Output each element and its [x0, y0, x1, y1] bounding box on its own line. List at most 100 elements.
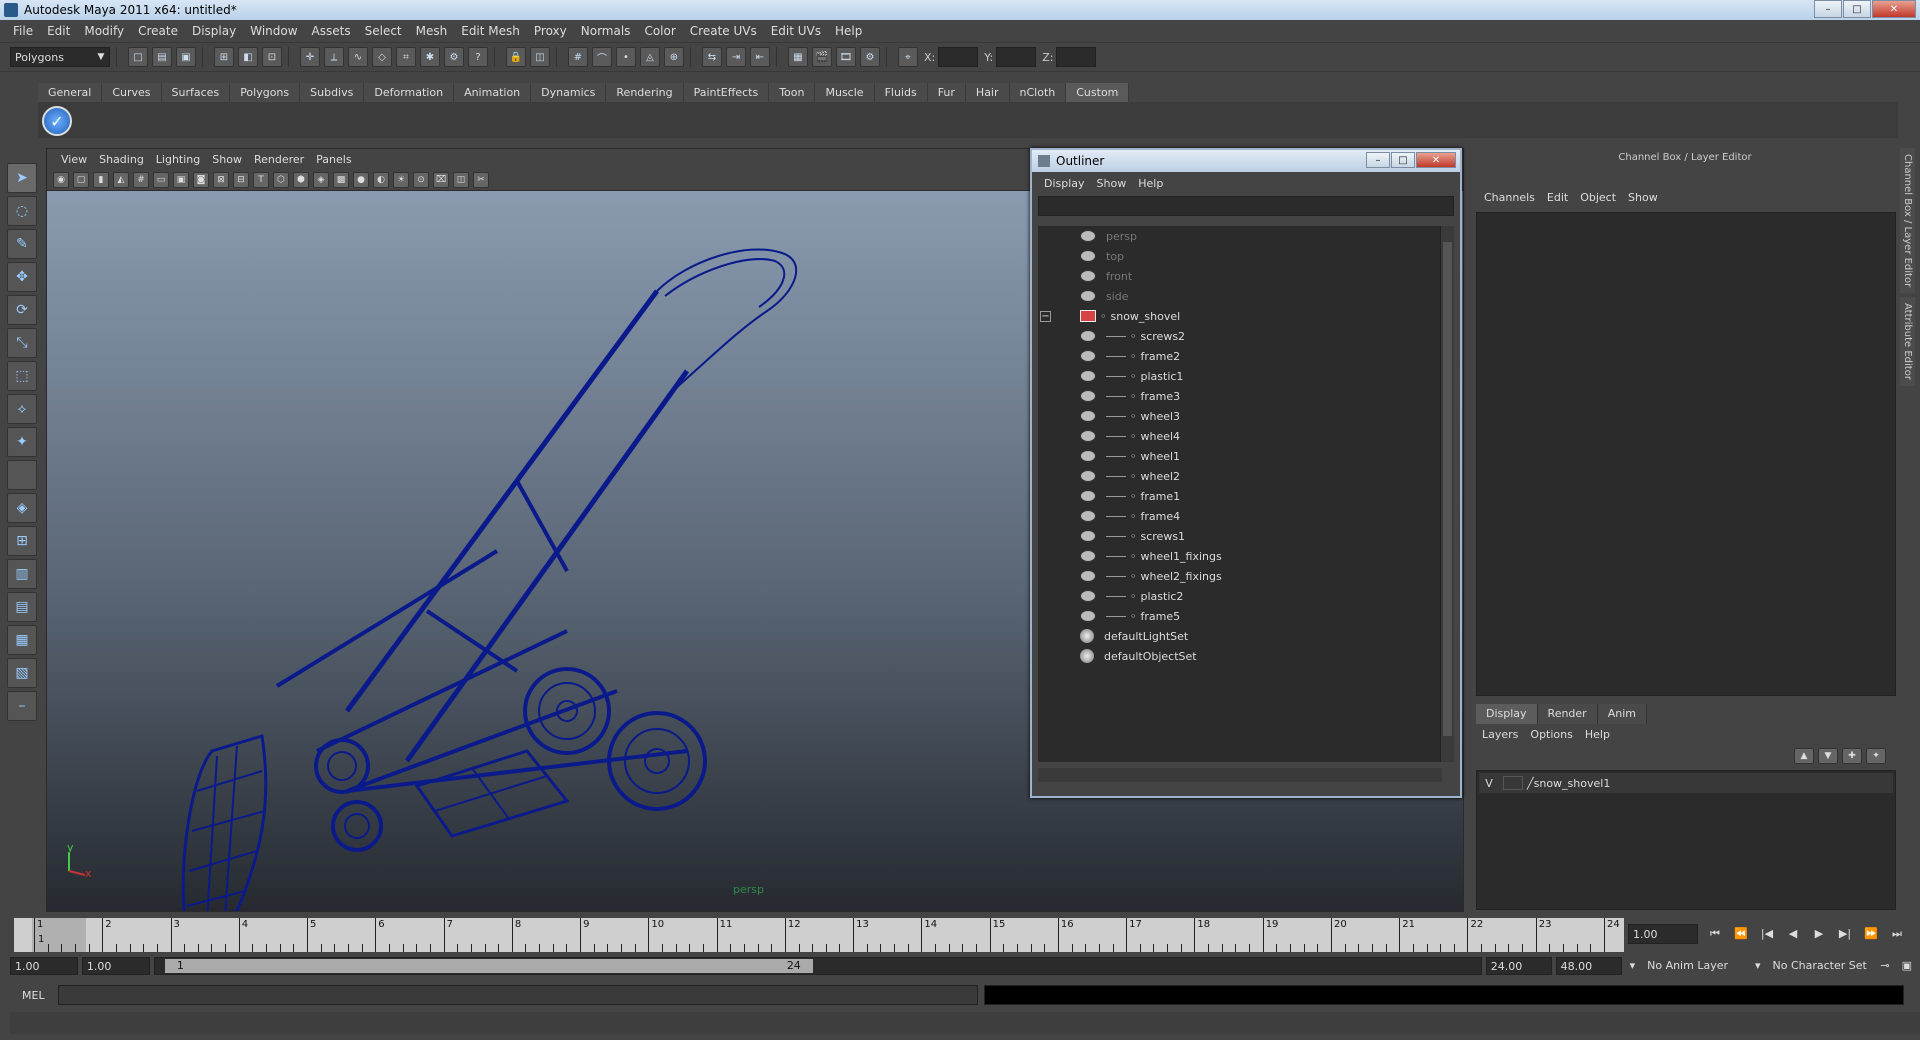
menu-edit-mesh[interactable]: Edit Mesh	[454, 24, 527, 38]
single-pane-layout-icon[interactable]: ◈	[7, 493, 37, 523]
move-layer-up-icon[interactable]: ▲	[1794, 748, 1814, 764]
shelf-tab-ncloth[interactable]: nCloth	[1009, 83, 1067, 102]
menu-edit-uvs[interactable]: Edit UVs	[764, 24, 828, 38]
animation-end-field[interactable]: 48.00	[1555, 957, 1622, 975]
playback-end-field[interactable]: 24.00	[1485, 957, 1552, 975]
select-misc-icon[interactable]: ?	[468, 47, 488, 67]
key-icon[interactable]: ⊸	[1876, 957, 1894, 975]
step-back-frame-icon[interactable]: |◀	[1754, 924, 1780, 944]
scrollbar-thumb[interactable]	[1443, 242, 1452, 736]
safe-title-icon[interactable]: T	[253, 171, 269, 188]
shelf-tab-surfaces[interactable]: Surfaces	[161, 83, 231, 102]
shelf-tab-rendering[interactable]: Rendering	[606, 83, 684, 102]
channel-menu-show[interactable]: Show	[1622, 191, 1664, 204]
character-set-dropdown[interactable]: No Character Set	[1768, 957, 1873, 975]
select-deformations-icon[interactable]: ⌗	[396, 47, 416, 67]
select-camera-icon[interactable]: ◉	[53, 171, 69, 188]
chevron-down-icon[interactable]: ▾	[1750, 957, 1765, 975]
bookmarks-icon[interactable]: ▮	[93, 171, 109, 188]
outliner-item-frame1[interactable]: ◦ frame1	[1038, 486, 1442, 506]
layer-menu-options[interactable]: Options	[1524, 728, 1578, 741]
outliner-item-snow-shovel[interactable]: − ◦ snow_shovel	[1038, 306, 1442, 326]
outliner-vertical-scrollbar[interactable]	[1440, 226, 1454, 762]
wireframe-on-shaded-icon[interactable]: ◈	[313, 171, 329, 188]
anim-layer-dropdown[interactable]: No Anim Layer	[1643, 957, 1747, 975]
x-input[interactable]	[938, 47, 979, 67]
shelf-tab-fur[interactable]: Fur	[927, 83, 966, 102]
outliner-filter-field[interactable]	[1038, 196, 1454, 216]
range-slider[interactable]: 1 24	[153, 957, 1482, 975]
snap-grid-icon[interactable]: #	[568, 47, 588, 67]
command-language-label[interactable]: MEL	[10, 989, 58, 1002]
menu-help[interactable]: Help	[828, 24, 869, 38]
menu-proxy[interactable]: Proxy	[527, 24, 574, 38]
outliner-item-wheel3[interactable]: ◦ wheel3	[1038, 406, 1442, 426]
move-layer-down-icon[interactable]: ▼	[1818, 748, 1838, 764]
manipulator-tool-icon[interactable]: ⬚	[7, 361, 37, 391]
outliner-close-button[interactable]: ✕	[1416, 152, 1456, 168]
shelf-tab-curves[interactable]: Curves	[102, 83, 162, 102]
resolution-gate-icon[interactable]: ▣	[173, 171, 189, 188]
shelf-tab-muscle[interactable]: Muscle	[815, 83, 875, 102]
outliner-item-frame4[interactable]: ◦ frame4	[1038, 506, 1442, 526]
play-backwards-icon[interactable]: ◀	[1780, 924, 1806, 944]
construction-history-icon[interactable]: ⇆	[702, 47, 722, 67]
minimize-button[interactable]: –	[1814, 0, 1842, 18]
outliner-item-wheel1[interactable]: ◦ wheel1	[1038, 446, 1442, 466]
camera-attributes-icon[interactable]: ▢	[73, 171, 89, 188]
layer-menu-help[interactable]: Help	[1579, 728, 1616, 741]
preferences-icon[interactable]: ▣	[1897, 957, 1916, 975]
gate-mask-icon[interactable]: ◙	[193, 171, 209, 188]
render-frame-icon[interactable]: 🎬	[812, 47, 832, 67]
close-button[interactable]: ✕	[1872, 0, 1916, 18]
snap-view-plane-icon[interactable]: ◬	[640, 47, 660, 67]
channel-menu-channels[interactable]: Channels	[1478, 191, 1541, 204]
outliner-item-frame3[interactable]: ◦ frame3	[1038, 386, 1442, 406]
input-ops-icon[interactable]: ⇥	[726, 47, 746, 67]
viewport-menu-show[interactable]: Show	[206, 153, 248, 166]
smooth-shading-icon[interactable]: ⬢	[293, 171, 309, 188]
lock-selection-icon[interactable]: 🔒	[506, 47, 526, 67]
shelf-tab-general[interactable]: General	[38, 83, 103, 102]
shadows-icon[interactable]: ◐	[373, 171, 389, 188]
outliner-item-default-light-set[interactable]: defaultLightSet	[1038, 626, 1442, 646]
layer-tab-display[interactable]: Display	[1476, 704, 1538, 724]
make-live-icon[interactable]: ⊕	[664, 47, 684, 67]
snap-curve-icon[interactable]: ⌒	[592, 47, 612, 67]
menu-display[interactable]: Display	[185, 24, 243, 38]
isolate-select-icon[interactable]: ⌧	[433, 171, 449, 188]
command-input[interactable]	[58, 985, 978, 1005]
menu-window[interactable]: Window	[243, 24, 304, 38]
time-slider[interactable]: 1 2 3 4 5 6 7 8 9 10 11 12 13 14 15 16 17 18 19 20 21 22 23 24 1	[14, 918, 1624, 952]
outliner-maximize-button[interactable]: □	[1391, 152, 1415, 168]
image-plane-icon[interactable]: ◭	[113, 171, 129, 188]
play-forwards-icon[interactable]: ▶	[1806, 924, 1832, 944]
outliner-menu-help[interactable]: Help	[1132, 177, 1169, 190]
xray-joints-icon[interactable]: ◫	[453, 171, 469, 188]
high-quality-icon[interactable]: ✂	[473, 171, 489, 188]
outliner-item-default-object-set[interactable]: defaultObjectSet	[1038, 646, 1442, 666]
highlight-selection-icon[interactable]: ◫	[530, 47, 550, 67]
shelf-tab-deformation[interactable]: Deformation	[364, 83, 455, 102]
textured-icon[interactable]: ▩	[333, 171, 349, 188]
layout-settings-icon[interactable]: –	[7, 691, 37, 721]
select-tool-icon[interactable]: ➤	[7, 163, 37, 193]
shelf-tab-hair[interactable]: Hair	[965, 83, 1010, 102]
show-manipulator-icon[interactable]: ✦	[7, 427, 37, 457]
shelf-tab-subdivs[interactable]: Subdivs	[300, 83, 365, 102]
snap-point-icon[interactable]: •	[616, 47, 636, 67]
persp-uv-layout-icon[interactable]: ▧	[7, 658, 37, 688]
new-layer-selected-icon[interactable]: ✦	[1866, 748, 1886, 764]
playback-start-field[interactable]: 1.00	[81, 957, 150, 975]
ipr-render-icon[interactable]: 🎞	[836, 47, 856, 67]
menu-modify[interactable]: Modify	[77, 24, 131, 38]
menu-color[interactable]: Color	[637, 24, 682, 38]
menu-mesh[interactable]: Mesh	[409, 24, 455, 38]
layer-tab-render[interactable]: Render	[1537, 704, 1598, 724]
select-component-icon[interactable]: ⊡	[262, 47, 282, 67]
side-tab-channel-box[interactable]: Channel Box / Layer Editor	[1900, 148, 1915, 294]
output-ops-icon[interactable]: ⇤	[750, 47, 770, 67]
xray-icon[interactable]: ⊙	[413, 171, 429, 188]
shelf-tab-custom[interactable]: Custom	[1066, 83, 1130, 102]
open-scene-icon[interactable]: ▤	[152, 47, 172, 67]
